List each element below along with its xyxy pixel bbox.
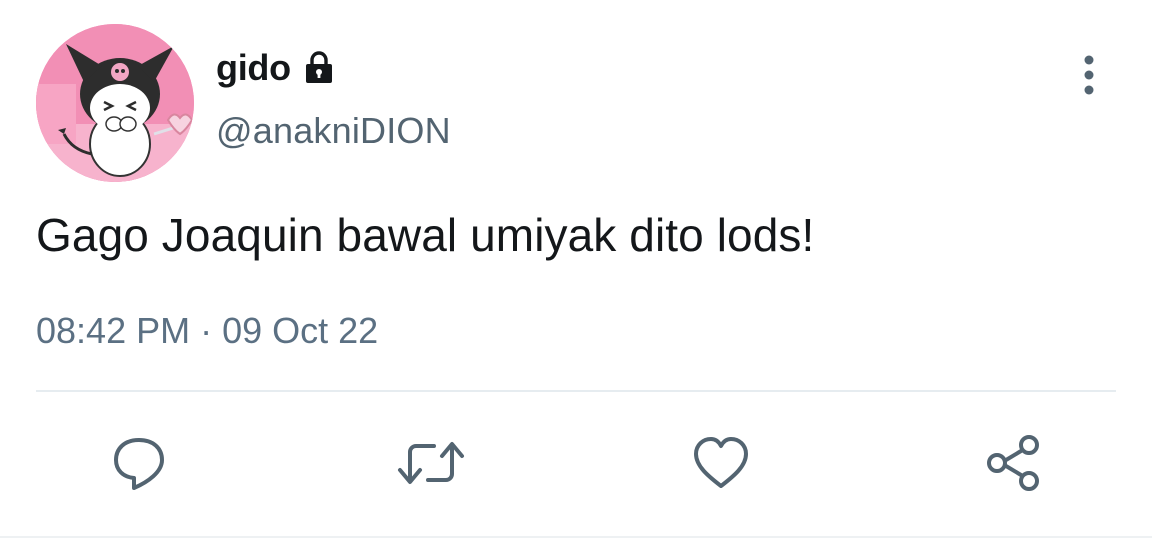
- share-button[interactable]: [978, 428, 1048, 498]
- action-bar: [0, 428, 1152, 498]
- tweet-card: gido @anakniDION Gago Joaquin bawal umiy…: [0, 0, 1152, 555]
- tweet-date: 09 Oct 22: [222, 310, 379, 351]
- reply-icon: [114, 438, 164, 490]
- tweet-text: Gago Joaquin bawal umiyak dito lods!: [36, 209, 815, 261]
- divider: [36, 390, 1116, 392]
- share-icon: [987, 435, 1039, 491]
- user-name-row: gido: [216, 44, 337, 92]
- like-button[interactable]: [686, 428, 756, 498]
- retweet-icon: [398, 442, 464, 484]
- avatar-image: [36, 24, 194, 182]
- reply-button[interactable]: [104, 428, 174, 498]
- bottom-divider: [0, 536, 1152, 538]
- lock-icon: [301, 50, 337, 86]
- heart-icon: [694, 437, 748, 488]
- retweet-button[interactable]: [396, 428, 466, 498]
- user-handle[interactable]: @anakniDION: [216, 110, 451, 152]
- meta-separator: ·: [200, 310, 213, 351]
- display-name[interactable]: gido: [216, 47, 291, 89]
- avatar[interactable]: [36, 24, 194, 182]
- more-vertical-icon[interactable]: [1072, 52, 1106, 98]
- tweet-time: 08:42 PM: [36, 310, 191, 351]
- tweet-timestamp[interactable]: 08:42 PM · 09 Oct 22: [36, 310, 378, 352]
